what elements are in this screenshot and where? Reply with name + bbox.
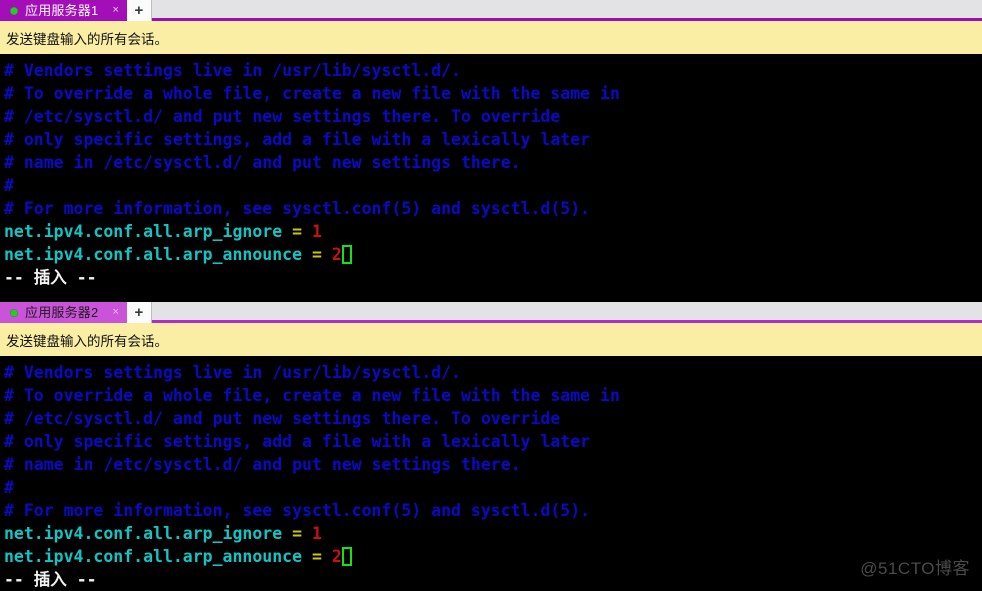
terminal-line: # only specific settings, add a file wit…: [4, 130, 591, 149]
session-tab-2-label: 应用服务器2: [25, 305, 99, 320]
tab-bar-empty-area-2: [151, 302, 982, 323]
connected-dot-icon: [10, 308, 18, 317]
sysctl-key: net.ipv4.conf.all.arp_announce: [4, 245, 303, 264]
connected-dot-icon: [10, 6, 18, 15]
terminal-line: # Vendors settings live in /usr/lib/sysc…: [4, 61, 461, 80]
terminal-line: # /etc/sysctl.d/ and put new settings th…: [4, 107, 561, 126]
broadcast-notice-2: 发送键盘输入的所有会话。: [0, 323, 982, 357]
terminal-output-2[interactable]: # Vendors settings live in /usr/lib/sysc…: [0, 357, 982, 591]
tab-bar-2: 应用服务器2 × +: [0, 302, 982, 323]
terminal-line: # For more information, see sysctl.conf(…: [4, 501, 591, 520]
terminal-line: # /etc/sysctl.d/ and put new settings th…: [4, 409, 561, 428]
close-icon[interactable]: ×: [112, 307, 118, 318]
terminal-line-setting: net.ipv4.conf.all.arp_ignore = 1: [4, 522, 982, 545]
terminal-line-setting: net.ipv4.conf.all.arp_ignore = 1: [4, 220, 982, 243]
terminal-line-setting: net.ipv4.conf.all.arp_announce = 2: [4, 545, 982, 568]
terminal-line: # name in /etc/sysctl.d/ and put new set…: [4, 455, 521, 474]
terminal-output-1[interactable]: # Vendors settings live in /usr/lib/sysc…: [0, 55, 982, 302]
terminal-line: # Vendors settings live in /usr/lib/sysc…: [4, 363, 461, 382]
terminal-line: # To override a whole file, create a new…: [4, 84, 620, 103]
equals-sign: =: [311, 245, 322, 264]
sysctl-key: net.ipv4.conf.all.arp_announce: [4, 547, 303, 566]
sysctl-key: net.ipv4.conf.all.arp_ignore: [4, 524, 283, 543]
text-cursor: [341, 547, 352, 566]
sysctl-value: 1: [311, 222, 322, 241]
session-tab-1[interactable]: 应用服务器1 ×: [0, 0, 127, 21]
vim-mode-status: -- 插入 --: [4, 570, 97, 589]
terminal-line: #: [4, 176, 14, 195]
terminal-line: # For more information, see sysctl.conf(…: [4, 199, 591, 218]
sysctl-value: 2: [331, 547, 342, 566]
broadcast-notice-1: 发送键盘输入的所有会话。: [0, 21, 982, 55]
new-tab-button[interactable]: +: [126, 302, 152, 323]
text-cursor: [341, 245, 352, 264]
close-icon[interactable]: ×: [112, 5, 118, 16]
sysctl-key: net.ipv4.conf.all.arp_ignore: [4, 222, 283, 241]
broadcast-notice-1-text: 发送键盘输入的所有会话。: [6, 31, 168, 47]
tab-bar-empty-area-1: [151, 0, 982, 21]
new-tab-button[interactable]: +: [126, 0, 152, 21]
session-panel-2: 应用服务器2 × + 发送键盘输入的所有会话。 # Vendors settin…: [0, 302, 982, 591]
terminal-line: # To override a whole file, create a new…: [4, 386, 620, 405]
tab-bar-1: 应用服务器1 × +: [0, 0, 982, 21]
session-panel-1: 应用服务器1 × + 发送键盘输入的所有会话。 # Vendors settin…: [0, 0, 982, 302]
equals-sign: =: [292, 222, 303, 241]
equals-sign: =: [311, 547, 322, 566]
terminal-multiplexer-window: 应用服务器1 × + 发送键盘输入的所有会话。 # Vendors settin…: [0, 0, 982, 591]
sysctl-value: 1: [311, 524, 322, 543]
terminal-line: # only specific settings, add a file wit…: [4, 432, 591, 451]
session-tab-2[interactable]: 应用服务器2 ×: [0, 302, 127, 323]
broadcast-notice-2-text: 发送键盘输入的所有会话。: [6, 333, 168, 349]
session-tab-1-label: 应用服务器1: [25, 3, 99, 18]
terminal-line: #: [4, 478, 14, 497]
terminal-line-setting: net.ipv4.conf.all.arp_announce = 2: [4, 243, 982, 266]
terminal-line: # name in /etc/sysctl.d/ and put new set…: [4, 153, 521, 172]
vim-mode-status: -- 插入 --: [4, 268, 97, 287]
equals-sign: =: [292, 524, 303, 543]
sysctl-value: 2: [331, 245, 342, 264]
